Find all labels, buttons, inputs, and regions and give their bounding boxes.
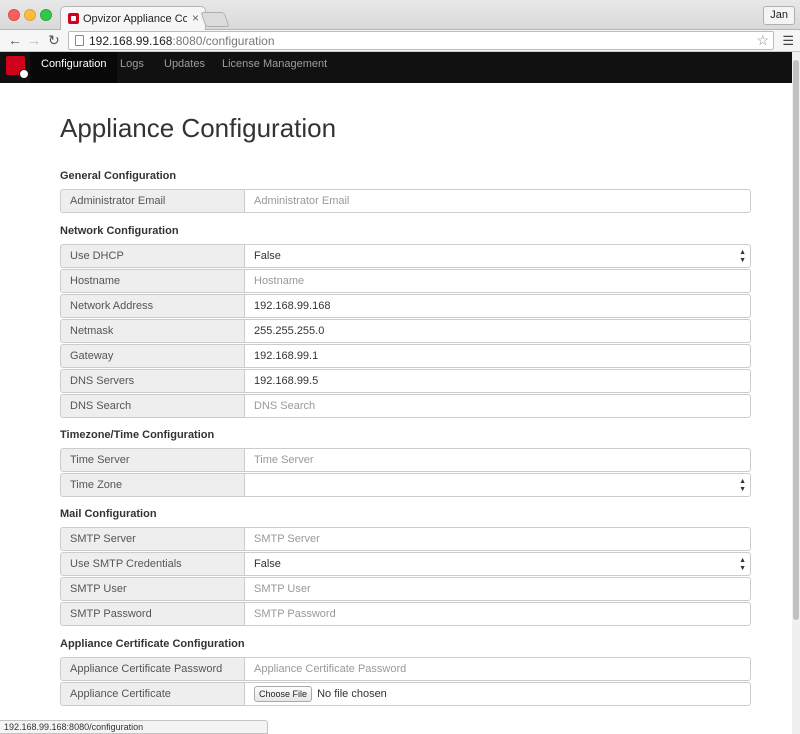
cert-password-label: Appliance Certificate Password <box>60 657 245 681</box>
section-time-title: Timezone/Time Configuration <box>60 429 215 441</box>
status-bar-url: 192.168.99.168:8080/configuration <box>0 720 268 734</box>
select-arrows-icon: ▲ ▼ <box>739 557 746 572</box>
cert-password-row: Appliance Certificate Password <box>60 657 751 681</box>
browser-tab-bar: Opvizor Appliance Configu × Jan <box>0 0 800 31</box>
smtp-server-input[interactable] <box>244 527 751 551</box>
page-title: Appliance Configuration <box>60 113 337 143</box>
network-address-input[interactable] <box>244 294 751 318</box>
back-arrow-icon[interactable]: ← <box>8 32 22 49</box>
use-dhcp-select[interactable]: False ▲ ▼ <box>244 244 751 268</box>
forward-arrow-icon[interactable]: → <box>27 32 41 49</box>
smtp-server-row: SMTP Server <box>60 527 751 551</box>
time-server-row: Time Server <box>60 448 751 472</box>
dns-search-row: DNS Search <box>60 394 751 418</box>
gateway-input[interactable] <box>244 344 751 368</box>
cert-file-field: Choose File No file chosen <box>244 682 751 706</box>
netmask-label: Netmask <box>60 319 245 343</box>
hamburger-menu-icon[interactable]: ☰ <box>782 33 794 49</box>
dns-servers-row: DNS Servers <box>60 369 751 393</box>
url-text[interactable]: 192.168.99.168:8080/configuration <box>89 34 275 48</box>
gateway-label: Gateway <box>60 344 245 368</box>
use-smtp-credentials-value: False <box>254 558 281 570</box>
use-dhcp-label: Use DHCP <box>60 244 245 268</box>
hostname-label: Hostname <box>60 269 245 293</box>
gateway-row: Gateway <box>60 344 751 368</box>
smtp-user-label: SMTP User <box>60 577 245 601</box>
nav-logs[interactable]: Logs <box>120 52 144 83</box>
section-network-title: Network Configuration <box>60 225 179 237</box>
use-smtp-credentials-select[interactable]: False ▲ ▼ <box>244 552 751 576</box>
browser-tab[interactable]: Opvizor Appliance Configu × <box>60 6 206 31</box>
cert-file-row: Appliance Certificate Choose File No fil… <box>60 682 751 706</box>
nav-configuration[interactable]: Configuration <box>30 52 118 83</box>
nav-updates[interactable]: Updates <box>164 52 205 83</box>
profile-button[interactable]: Jan <box>763 6 795 25</box>
page-scrollbar[interactable] <box>792 52 800 734</box>
smtp-user-input[interactable] <box>244 577 751 601</box>
dns-servers-label: DNS Servers <box>60 369 245 393</box>
use-dhcp-row: Use DHCP False ▲ ▼ <box>60 244 751 268</box>
choose-file-button[interactable]: Choose File <box>254 686 313 702</box>
close-window-button[interactable] <box>8 9 20 21</box>
opvizor-logo[interactable] <box>6 56 29 79</box>
network-address-label: Network Address <box>60 294 245 318</box>
smtp-password-label: SMTP Password <box>60 602 245 626</box>
netmask-input[interactable] <box>244 319 751 343</box>
cert-password-input[interactable] <box>244 657 751 681</box>
select-arrows-icon: ▲ ▼ <box>739 478 746 493</box>
time-zone-label: Time Zone <box>60 473 245 497</box>
app-navbar: Configuration Logs Updates License Manag… <box>0 52 792 83</box>
admin-email-row: Administrator Email <box>60 189 751 213</box>
page-icon <box>75 35 84 46</box>
use-smtp-credentials-label: Use SMTP Credentials <box>60 552 245 576</box>
scrollbar-thumb[interactable] <box>793 60 799 620</box>
section-certificate-title: Appliance Certificate Configuration <box>60 638 245 650</box>
maximize-window-button[interactable] <box>40 9 52 21</box>
time-server-input[interactable] <box>244 448 751 472</box>
netmask-row: Netmask <box>60 319 751 343</box>
dns-search-input[interactable] <box>244 394 751 418</box>
page-content: Appliance Configuration General Configur… <box>0 83 792 734</box>
browser-toolbar: ← → ↻ 192.168.99.168:8080/configuration … <box>0 30 800 52</box>
admin-email-label: Administrator Email <box>60 189 245 213</box>
admin-email-input[interactable] <box>244 189 751 213</box>
time-server-label: Time Server <box>60 448 245 472</box>
network-address-row: Network Address <box>60 294 751 318</box>
time-zone-select[interactable]: ▲ ▼ <box>244 473 751 497</box>
smtp-password-row: SMTP Password <box>60 602 751 626</box>
cert-file-label: Appliance Certificate <box>60 682 245 706</box>
tab-close-icon[interactable]: × <box>192 11 199 25</box>
select-arrows-icon: ▲ ▼ <box>739 249 746 264</box>
new-tab-button[interactable] <box>200 12 230 27</box>
dns-search-label: DNS Search <box>60 394 245 418</box>
minimize-window-button[interactable] <box>24 9 36 21</box>
dns-servers-input[interactable] <box>244 369 751 393</box>
section-mail-title: Mail Configuration <box>60 508 157 520</box>
section-general-title: General Configuration <box>60 170 177 182</box>
file-status-text: No file chosen <box>317 688 387 700</box>
favicon-icon <box>68 13 79 24</box>
use-smtp-credentials-row: Use SMTP Credentials False ▲ ▼ <box>60 552 751 576</box>
bookmark-star-icon[interactable]: ☆ <box>756 32 769 49</box>
reload-icon[interactable]: ↻ <box>48 32 60 49</box>
smtp-user-row: SMTP User <box>60 577 751 601</box>
tab-title: Opvizor Appliance Configu <box>83 13 187 25</box>
use-dhcp-value: False <box>254 250 281 262</box>
hostname-row: Hostname <box>60 269 751 293</box>
time-zone-row: Time Zone ▲ ▼ <box>60 473 751 497</box>
hostname-input[interactable] <box>244 269 751 293</box>
nav-license-management[interactable]: License Management <box>222 52 327 83</box>
address-bar[interactable]: 192.168.99.168:8080/configuration ☆ <box>68 31 774 50</box>
smtp-password-input[interactable] <box>244 602 751 626</box>
smtp-server-label: SMTP Server <box>60 527 245 551</box>
